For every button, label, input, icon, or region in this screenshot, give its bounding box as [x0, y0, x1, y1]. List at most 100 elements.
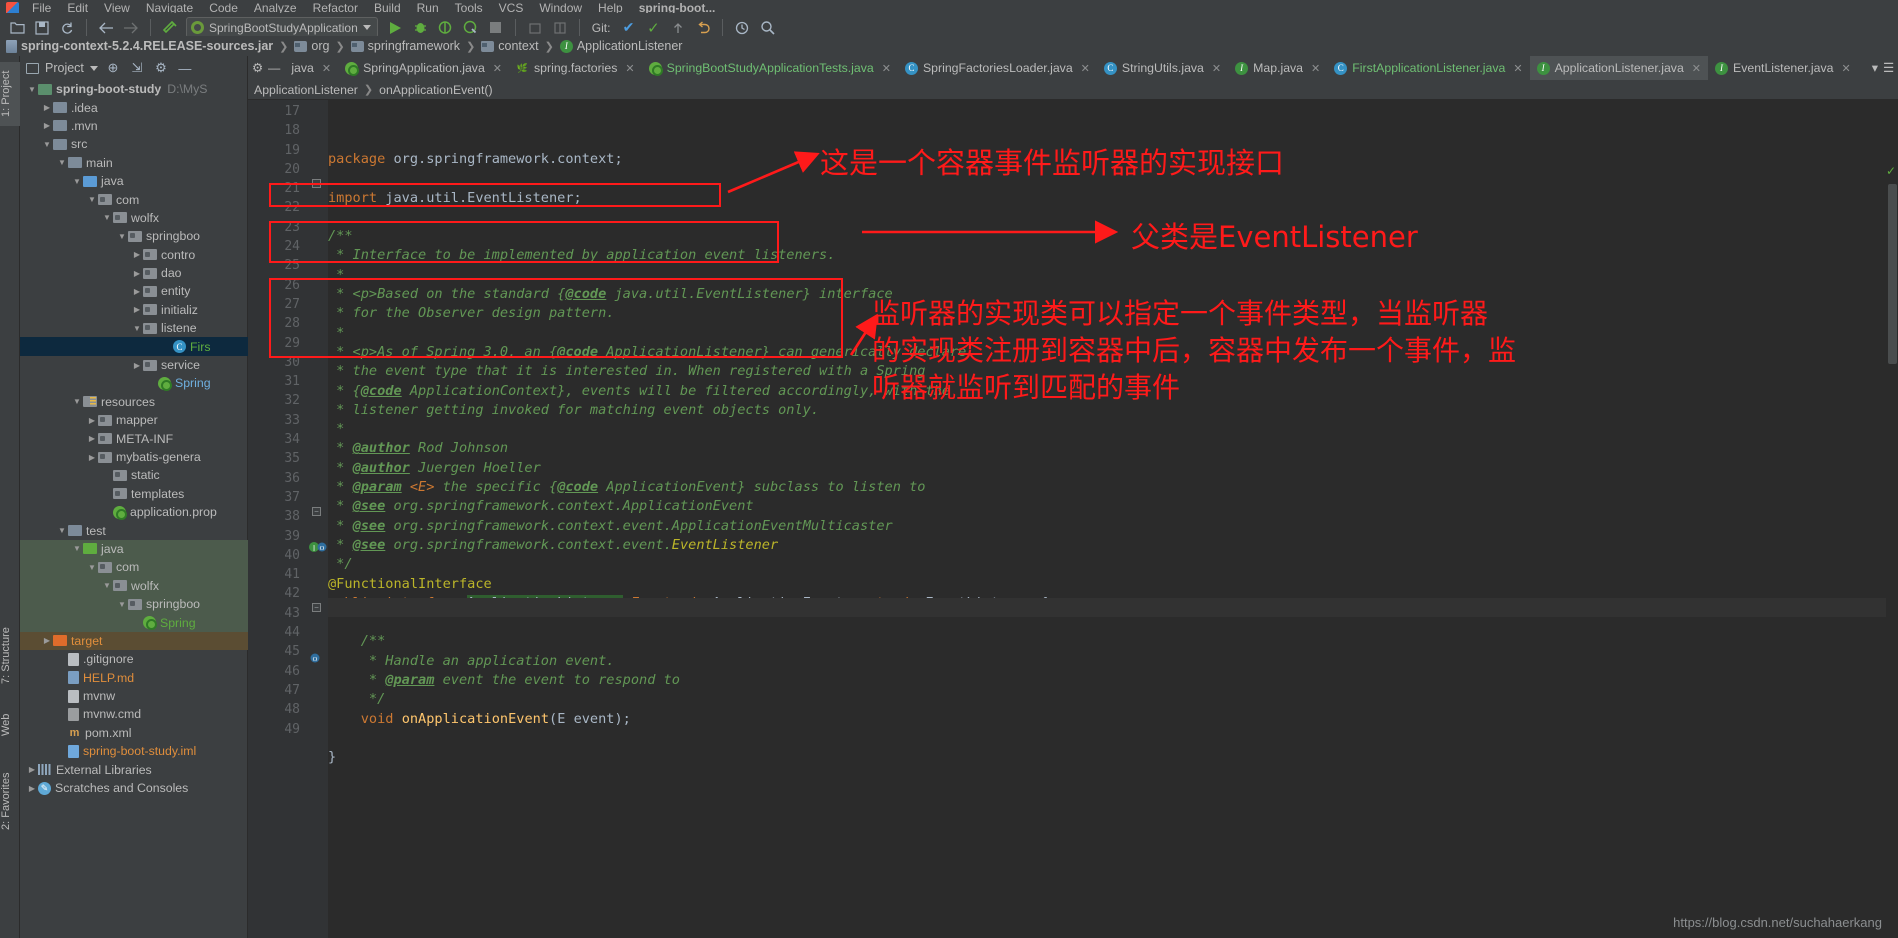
- tree-item[interactable]: ▼ resources: [20, 393, 248, 411]
- breadcrumb-class[interactable]: ApplicationListener: [254, 83, 358, 97]
- code-line[interactable]: /**: [328, 227, 1898, 246]
- editor-tab-springapplication-java[interactable]: SpringApplication.java ✕: [338, 56, 509, 80]
- code-line[interactable]: *: [328, 420, 1898, 439]
- code-line[interactable]: package org.springframework.context;: [328, 150, 1898, 169]
- editor-tab-spring-factories[interactable]: 🌿 spring.factories ✕: [509, 56, 642, 80]
- gutter-marks-area[interactable]: − − − I O O: [306, 100, 328, 938]
- tree-expand-arrow[interactable]: ▼: [116, 600, 128, 609]
- tree-item[interactable]: ▶ target: [20, 631, 248, 651]
- code-line[interactable]: */: [328, 690, 1898, 709]
- editor-tab-firstapplicationlistener-java[interactable]: C FirstApplicationListener.java ✕: [1327, 56, 1529, 80]
- chevron-down-icon[interactable]: ▾: [1872, 61, 1878, 75]
- code-line[interactable]: [328, 169, 1898, 188]
- tree-item[interactable]: ▶ entity: [20, 282, 248, 300]
- close-icon[interactable]: ✕: [1311, 62, 1320, 75]
- tree-item[interactable]: ▼ java: [20, 539, 248, 559]
- code-line[interactable]: * listener getting invoked for matching …: [328, 401, 1898, 420]
- code-line[interactable]: * {@code ApplicationContext}, events wil…: [328, 382, 1898, 401]
- fold-marker-method-javadoc[interactable]: −: [312, 603, 321, 612]
- override-gutter-icon[interactable]: O: [308, 651, 326, 665]
- hide-icon[interactable]: —: [268, 61, 280, 75]
- tree-item[interactable]: C Firs: [20, 337, 248, 356]
- tree-item[interactable]: application.prop: [20, 503, 248, 521]
- code-line[interactable]: * <p>Based on the standard {@code java.u…: [328, 285, 1898, 304]
- tool-window-project[interactable]: 1: Project: [0, 62, 20, 126]
- close-icon[interactable]: ✕: [1692, 62, 1701, 75]
- editor-tab-stringutils-java[interactable]: C StringUtils.java ✕: [1097, 56, 1228, 80]
- tree-expand-arrow[interactable]: ▶: [86, 453, 98, 462]
- tree-expand-arrow[interactable]: ▶: [131, 305, 143, 314]
- tree-expand-arrow[interactable]: ▶: [26, 784, 38, 793]
- tree-item[interactable]: ▶ initializ: [20, 301, 248, 319]
- close-icon[interactable]: ✕: [1513, 62, 1522, 75]
- fold-marker-javadoc-close[interactable]: −: [312, 507, 321, 516]
- editor-tab-springbootstudyapplicationtests-java[interactable]: SpringBootStudyApplicationTests.java ✕: [642, 56, 898, 80]
- close-icon[interactable]: ✕: [322, 62, 331, 75]
- close-icon[interactable]: ✕: [882, 62, 891, 75]
- run-configuration-selector[interactable]: SpringBootStudyApplication: [186, 17, 378, 38]
- tree-item[interactable]: ▶ .mvn: [20, 117, 248, 135]
- tree-item[interactable]: ▼ com: [20, 190, 248, 208]
- tree-item[interactable]: ▼ springboo: [20, 227, 248, 245]
- project-tree[interactable]: ▼ spring-boot-study D:\MyS ▶ .idea ▶ .mvn ▼ src ▼…: [20, 80, 248, 938]
- collapse-all-icon[interactable]: ⇲: [128, 60, 146, 76]
- tree-item[interactable]: mvnw.cmd: [20, 705, 248, 723]
- code-line[interactable]: * <p>As of Spring 3.0, an {@code Applica…: [328, 343, 1898, 362]
- close-icon[interactable]: ✕: [1212, 62, 1221, 75]
- close-icon[interactable]: ✕: [1081, 62, 1090, 75]
- code-line[interactable]: [328, 768, 1898, 787]
- editor-marker-bar[interactable]: ✓: [1886, 160, 1898, 938]
- tree-item[interactable]: ▶ mapper: [20, 411, 248, 429]
- tree-item[interactable]: static: [20, 466, 248, 484]
- tree-item[interactable]: ▶ mybatis-genera: [20, 448, 248, 466]
- tool-window-web[interactable]: Web: [0, 706, 20, 744]
- breadcrumb-springframework[interactable]: springframework: [350, 39, 460, 53]
- tree-expand-arrow[interactable]: ▶: [86, 416, 98, 425]
- breadcrumb-jar[interactable]: spring-context-5.2.4.RELEASE-sources.jar: [6, 39, 273, 53]
- close-icon[interactable]: ✕: [1842, 62, 1851, 75]
- scroll-from-source-icon[interactable]: ⊕: [104, 60, 122, 76]
- vertical-scrollbar-thumb[interactable]: [1888, 184, 1897, 364]
- fold-marker-javadoc-open[interactable]: −: [312, 179, 321, 188]
- tree-expand-arrow[interactable]: ▼: [71, 544, 83, 553]
- tree-item[interactable]: ▶ ✎ Scratches and Consoles: [20, 779, 248, 797]
- tree-expand-arrow[interactable]: ▶: [41, 103, 53, 112]
- code-line[interactable]: [328, 729, 1898, 748]
- tree-item[interactable]: ▼ src: [20, 135, 248, 153]
- code-line[interactable]: * Handle an application event.: [328, 652, 1898, 671]
- tree-expand-arrow[interactable]: ▼: [56, 158, 68, 167]
- tree-expand-arrow[interactable]: ▼: [101, 213, 113, 222]
- tree-item[interactable]: m pom.xml: [20, 724, 248, 742]
- code-line[interactable]: * the event type that it is interested i…: [328, 362, 1898, 381]
- code-line[interactable]: @FunctionalInterface: [328, 575, 1898, 594]
- editor-tab-java[interactable]: java ✕: [284, 56, 338, 80]
- tree-item[interactable]: ▼ main: [20, 154, 248, 172]
- tree-expand-arrow[interactable]: ▶: [26, 765, 38, 774]
- tree-item[interactable]: Spring: [20, 374, 248, 392]
- editor-tab-springfactoriesloader-java[interactable]: C SpringFactoriesLoader.java ✕: [898, 56, 1097, 80]
- code-line[interactable]: * @see org.springframework.context.event…: [328, 517, 1898, 536]
- tree-item[interactable]: ▼ wolfx: [20, 576, 248, 595]
- tool-window-favorites[interactable]: 2: Favorites: [0, 756, 20, 846]
- tree-expand-arrow[interactable]: ▶: [41, 636, 53, 645]
- editor-tab-bar[interactable]: ⚙ — java ✕ SpringApplication.java ✕ 🌿 spring.fa…: [248, 56, 1898, 80]
- breadcrumb-applicationlistener[interactable]: I ApplicationListener: [559, 39, 682, 53]
- breadcrumb-org[interactable]: org: [294, 39, 329, 53]
- tab-list-icon[interactable]: ☰: [1883, 61, 1894, 75]
- tree-expand-arrow[interactable]: ▼: [131, 324, 143, 333]
- editor-tab-map-java[interactable]: I Map.java ✕: [1228, 56, 1327, 80]
- close-icon[interactable]: ✕: [493, 62, 502, 75]
- tree-item[interactable]: ▼ test: [20, 521, 248, 539]
- tree-item[interactable]: HELP.md: [20, 669, 248, 687]
- tree-item[interactable]: spring-boot-study.iml: [20, 742, 248, 760]
- tree-expand-arrow[interactable]: ▶: [86, 434, 98, 443]
- tree-item[interactable]: ▶ External Libraries: [20, 760, 248, 778]
- code-line[interactable]: * @param event the event to respond to: [328, 671, 1898, 690]
- tree-item[interactable]: ▼ spring-boot-study D:\MyS: [20, 80, 248, 98]
- tree-item[interactable]: .gitignore: [20, 650, 248, 668]
- code-line[interactable]: * @author Rod Johnson: [328, 439, 1898, 458]
- code-line[interactable]: *: [328, 324, 1898, 343]
- tree-item[interactable]: ▼ java: [20, 172, 248, 190]
- tree-expand-arrow[interactable]: ▶: [131, 361, 143, 370]
- tree-item[interactable]: ▼ com: [20, 558, 248, 577]
